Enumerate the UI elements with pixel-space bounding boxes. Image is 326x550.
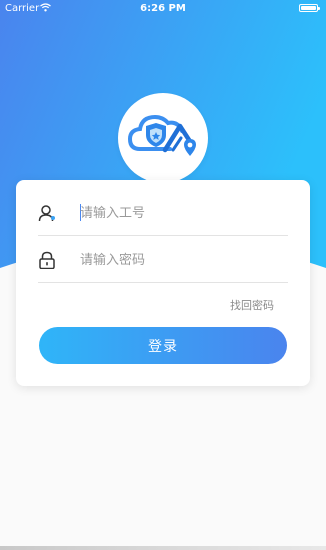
forgot-password-link[interactable]: 找回密码 [230, 297, 274, 313]
password-input[interactable] [80, 250, 280, 270]
status-time: 6:26 PM [140, 3, 186, 14]
login-button[interactable]: 登录 [39, 327, 287, 364]
user-icon [38, 205, 55, 222]
cloud-shield-location-icon [127, 114, 196, 156]
app-logo [118, 93, 208, 183]
status-bar: Carrier 6:26 PM [0, 0, 326, 18]
lock-icon [39, 251, 55, 269]
login-card: 找回密码 登录 [16, 180, 310, 386]
employee-id-input[interactable] [80, 203, 280, 223]
battery-icon [299, 4, 320, 12]
employee-id-field [38, 190, 288, 236]
bottom-bar [0, 546, 326, 550]
password-field [38, 237, 288, 283]
